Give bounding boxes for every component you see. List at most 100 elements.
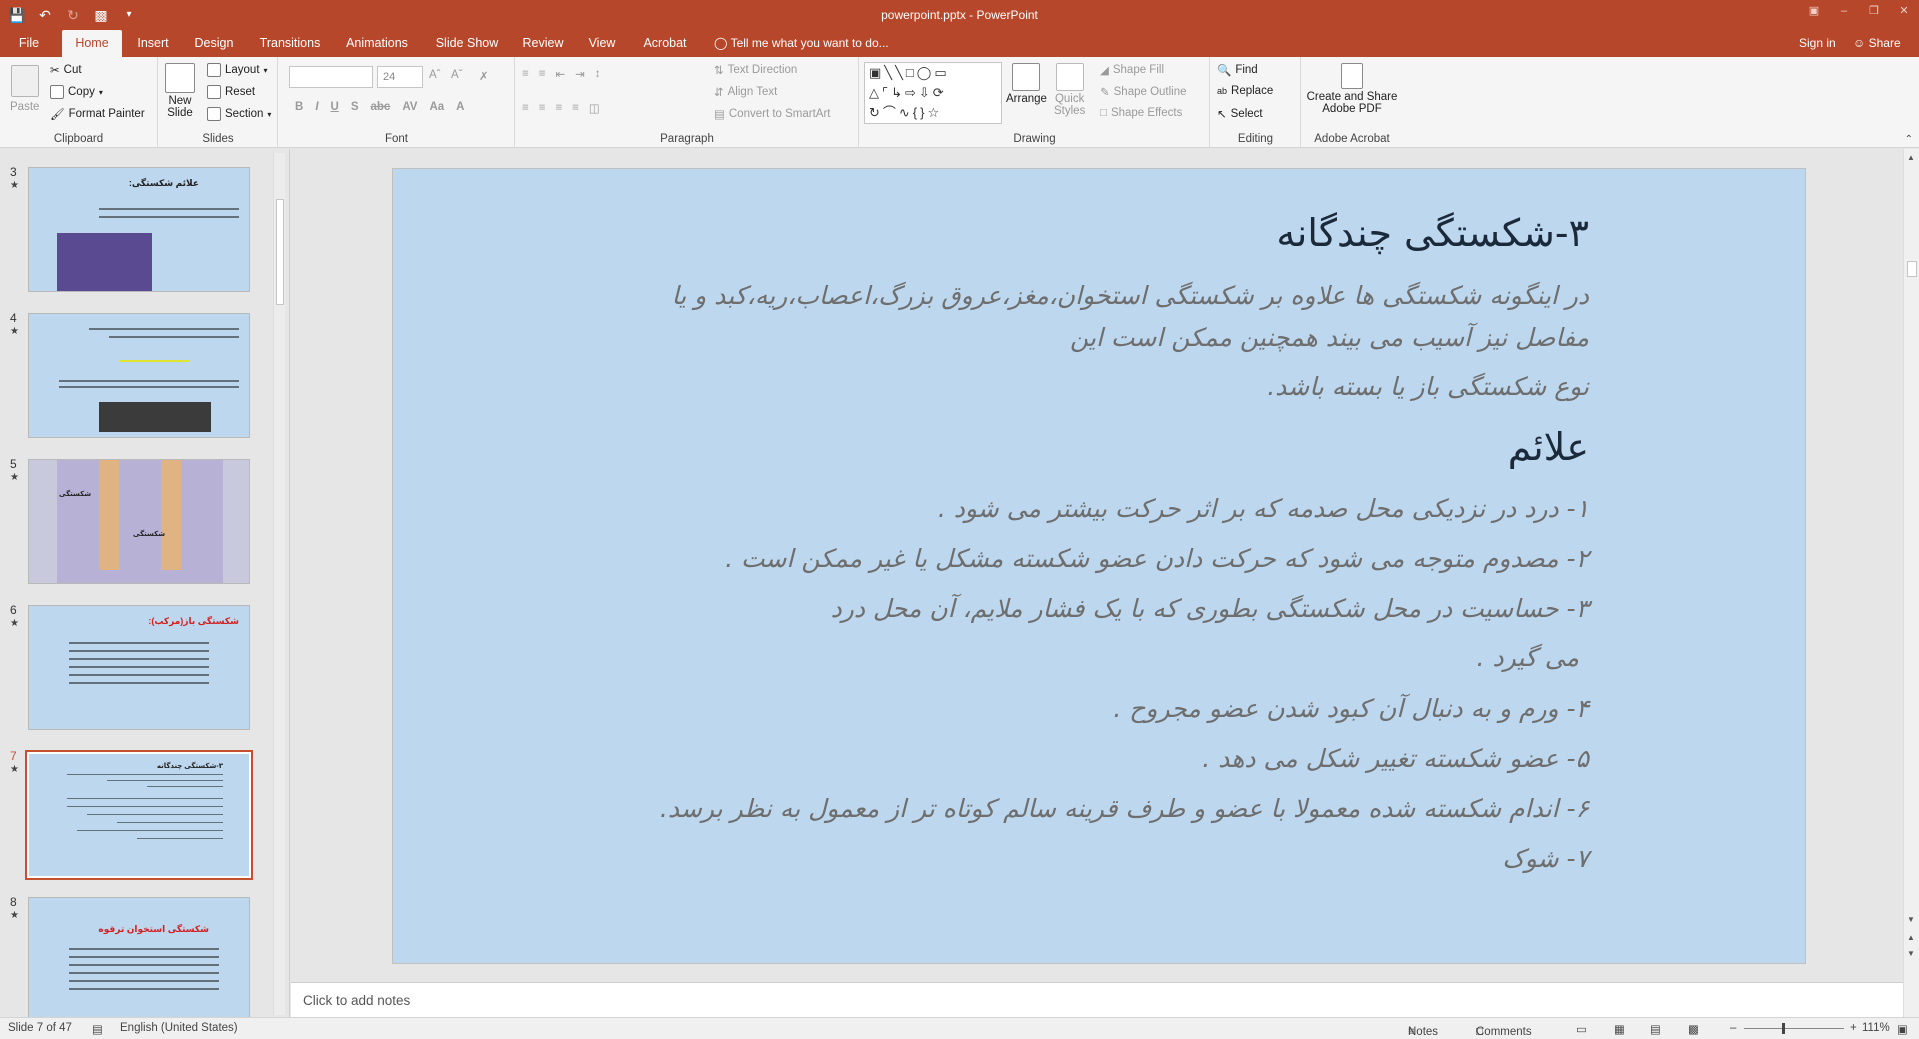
tell-me-search[interactable]: ◯ Tell me what you want to do... — [714, 30, 889, 57]
convert-smartart-button[interactable]: ▤ Convert to SmartArt — [714, 107, 831, 121]
bold-icon[interactable]: B — [295, 101, 303, 113]
tab-design[interactable]: Design — [188, 30, 240, 57]
reset-button[interactable]: Reset — [207, 85, 255, 99]
columns-icon[interactable]: ◫ — [589, 101, 600, 115]
maximize-icon[interactable]: ❐ — [1859, 0, 1889, 22]
replace-button[interactable]: ab Replace — [1217, 85, 1273, 97]
tab-insert[interactable]: Insert — [130, 30, 176, 57]
italic-icon[interactable]: I — [315, 101, 318, 113]
tab-view[interactable]: View — [580, 30, 624, 57]
normal-view-icon[interactable]: ▭ — [1576, 1022, 1587, 1036]
font-size-combobox[interactable]: 24 — [377, 66, 423, 88]
shrink-font-button[interactable]: Aˇ — [451, 69, 463, 81]
align-left-icon[interactable]: ≡ — [522, 102, 529, 114]
cut-button[interactable]: ✂ Cut — [50, 63, 82, 77]
language-indicator[interactable]: English (United States) — [120, 1022, 238, 1034]
shapes-gallery[interactable]: ▣╲╲□◯▭ △⌜↳⇨⇩⟳ ↻⌒∿{}☆ — [864, 62, 1002, 124]
line-spacing-icon[interactable]: ↕ — [595, 68, 601, 80]
zoom-slider[interactable] — [1744, 1028, 1844, 1029]
intro-line-3[interactable]: نوع شکستگی باز یا بسته باشد. — [1267, 372, 1589, 401]
tab-file[interactable]: File — [8, 30, 50, 57]
underline-icon[interactable]: U — [331, 101, 339, 113]
notes-pane[interactable]: Click to add notes — [291, 982, 1903, 1017]
slide-thumbnail-8[interactable]: شکستگی استخوان ترقوه — [28, 897, 250, 1017]
scrollbar-thumb[interactable] — [1907, 261, 1917, 277]
align-center-icon[interactable]: ≡ — [539, 102, 546, 114]
strikethrough-icon[interactable]: abc — [371, 101, 391, 113]
tab-review[interactable]: Review — [518, 30, 568, 57]
numbering-icon[interactable]: ≡ — [539, 68, 546, 80]
zoom-in-icon[interactable]: + — [1850, 1022, 1857, 1034]
decrease-indent-icon[interactable]: ⇤ — [555, 67, 565, 81]
shape-fill-button[interactable]: ◢ Shape Fill — [1100, 63, 1164, 77]
share-button[interactable]: ☺ Share — [1853, 30, 1901, 57]
thumbnails-scrollbar[interactable] — [273, 153, 285, 1015]
slideshow-view-icon[interactable]: ▩ — [1688, 1022, 1699, 1036]
symptom-7[interactable]: ۷- شوک — [1502, 844, 1589, 873]
slide-sorter-view-icon[interactable]: ▦ — [1614, 1022, 1625, 1036]
tab-transitions[interactable]: Transitions — [252, 30, 328, 57]
symptom-2[interactable]: ۲- مصدوم متوجه می شود که حرکت دادن عضو ش… — [725, 544, 1589, 573]
shape-outline-button[interactable]: ✎ Shape Outline — [1100, 85, 1187, 99]
shape-effects-button[interactable]: □ Shape Effects — [1100, 107, 1182, 119]
symptom-4[interactable]: ۴- ورم و به دنبال آن کبود شدن عضو مجروح … — [1113, 694, 1589, 723]
slide-thumbnail-3[interactable]: علائم شکستگی: — [28, 167, 250, 292]
symptom-3b[interactable]: می گیرد . — [1477, 643, 1579, 672]
spell-check-icon[interactable]: ▤ — [92, 1022, 103, 1036]
slide-thumbnail-7-selected[interactable]: ۳-شکستگی چندگانه — [25, 750, 253, 880]
char-spacing-icon[interactable]: AV — [402, 101, 417, 113]
grow-font-button[interactable]: Aˆ — [429, 69, 441, 81]
intro-line-2[interactable]: مفاصل نیز آسیب می بیند همچنین ممکن است ا… — [1070, 323, 1589, 352]
slide-title[interactable]: ۳-شکستگی چندگانه — [1276, 211, 1589, 255]
section-button[interactable]: Section ▾ — [207, 107, 271, 121]
text-direction-button[interactable]: ⇅ Text Direction — [714, 63, 797, 77]
symptoms-heading[interactable]: علائم — [1508, 425, 1589, 469]
font-name-combobox[interactable] — [289, 66, 373, 88]
zoom-slider-thumb[interactable] — [1782, 1023, 1785, 1034]
select-button[interactable]: ↖ Select — [1217, 107, 1263, 121]
close-icon[interactable]: ✕ — [1889, 0, 1919, 22]
symptom-5[interactable]: ۵- عضو شکسته تغییر شکل می دهد . — [1202, 744, 1589, 773]
reading-view-icon[interactable]: ▤ — [1650, 1022, 1661, 1036]
bullets-icon[interactable]: ≡ — [522, 68, 529, 80]
slide-thumbnail-6[interactable]: شکستگی باز(مرکب): — [28, 605, 250, 730]
format-painter-button[interactable]: 🖌 Format Painter — [50, 107, 145, 121]
sign-in-link[interactable]: Sign in — [1799, 30, 1836, 57]
collapse-ribbon-icon[interactable]: ⌃ — [1905, 134, 1913, 145]
zoom-out-icon[interactable]: – — [1730, 1022, 1736, 1034]
paste-button[interactable]: Paste — [10, 65, 39, 113]
slide-thumbnail-4[interactable] — [28, 313, 250, 438]
new-slide-button[interactable]: New Slide — [165, 63, 195, 119]
minimize-icon[interactable]: – — [1829, 0, 1859, 22]
layout-button[interactable]: Layout ▾ — [207, 63, 268, 77]
clear-formatting-button[interactable]: ✗ — [479, 69, 489, 83]
ribbon-display-options-icon[interactable]: ▣ — [1799, 0, 1829, 22]
align-right-icon[interactable]: ≡ — [555, 102, 562, 114]
zoom-level[interactable]: 111% — [1862, 1022, 1890, 1034]
fit-slide-icon[interactable]: ▣ — [1897, 1022, 1908, 1036]
tab-slide-show[interactable]: Slide Show — [426, 30, 508, 57]
tab-acrobat[interactable]: Acrobat — [636, 30, 694, 57]
font-color-icon[interactable]: A — [456, 101, 464, 113]
slide-canvas[interactable]: ۳-شکستگی چندگانه در اینگونه شکستگی ها عل… — [392, 168, 1806, 964]
create-share-pdf-button[interactable]: Create and Share Adobe PDF — [1306, 63, 1398, 115]
intro-line-1[interactable]: در اینگونه شکستگی ها علاوه بر شکستگی است… — [672, 281, 1589, 310]
scroll-down-icon[interactable]: ▼ — [1907, 915, 1915, 924]
slide-thumbnail-5[interactable]: شکستگی شکستگی — [28, 459, 250, 584]
scroll-up-icon[interactable]: ▲ — [1907, 153, 1915, 162]
symptom-3a[interactable]: ۳- حساسیت در محل شکستگی بطوری که با یک ف… — [831, 594, 1589, 623]
scrollbar-thumb[interactable] — [276, 199, 284, 305]
quick-styles-button[interactable]: Quick Styles — [1054, 63, 1085, 117]
justify-icon[interactable]: ≡ — [572, 102, 579, 114]
arrange-button[interactable]: Arrange — [1006, 63, 1047, 105]
align-text-button[interactable]: ⇵ Align Text — [714, 85, 777, 99]
editor-vertical-scrollbar[interactable]: ▲ ▼ ▲ ▼ — [1903, 149, 1919, 1017]
tab-animations[interactable]: Animations — [340, 30, 414, 57]
change-case-icon[interactable]: Aa — [429, 101, 444, 113]
symptom-6[interactable]: ۶- اندام شکسته شده معمولا با عضو و طرف ق… — [660, 794, 1589, 823]
shadow-icon[interactable]: S — [351, 101, 359, 113]
previous-slide-icon[interactable]: ▲ — [1907, 933, 1915, 942]
symptom-1[interactable]: ۱- درد در نزدیکی محل صدمه که بر اثر حرکت… — [938, 494, 1589, 523]
find-button[interactable]: 🔍 Find — [1217, 63, 1258, 77]
tab-home[interactable]: Home — [62, 30, 122, 57]
